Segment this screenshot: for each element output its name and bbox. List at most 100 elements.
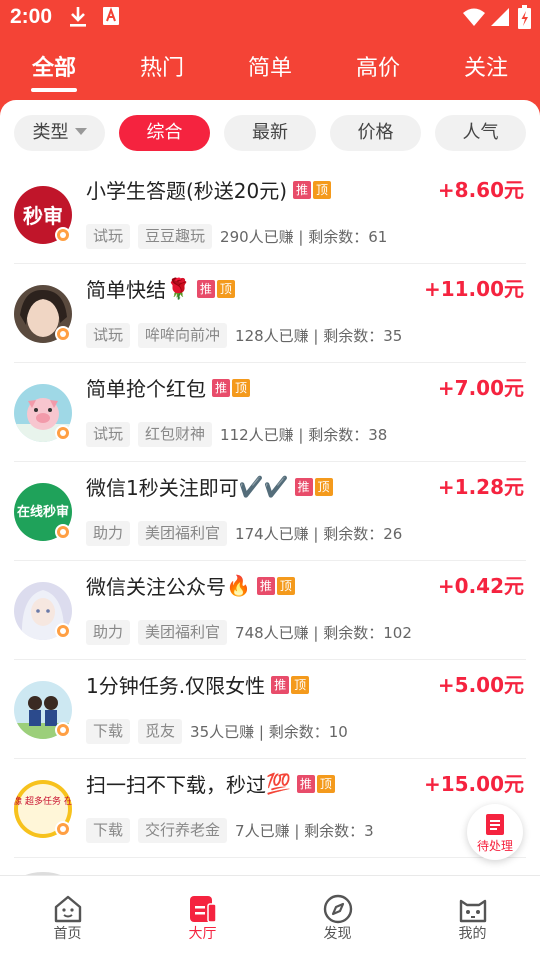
recommend-badge: 推 <box>294 477 313 496</box>
task-stats: 7人已赚 | 剩余数：3 <box>235 822 374 840</box>
filter-price[interactable]: 价格 <box>330 115 421 151</box>
hall-icon <box>190 896 217 923</box>
wifi-icon <box>463 8 485 26</box>
task-title-line: 1分钟任务.仅限女性推顶 <box>86 670 310 700</box>
top-badge: 顶 <box>314 477 333 496</box>
task-price: +11.00元 <box>423 277 524 301</box>
verified-badge-icon <box>55 425 71 441</box>
task-meta: 试玩 豆豆趣玩 290人已赚 | 剩余数：61 <box>86 224 387 250</box>
verified-badge-icon <box>55 524 71 540</box>
task-type-tag: 助力 <box>86 620 131 645</box>
task-title: 简单快结 <box>86 278 166 302</box>
recommend-badge: 推 <box>296 774 315 793</box>
tab-simple[interactable]: 简单 <box>216 50 324 82</box>
task-type-tag: 助力 <box>86 521 131 546</box>
tab-high-price[interactable]: 高价 <box>324 50 432 82</box>
nav-home-label: 首页 <box>53 926 82 942</box>
top-badge: 顶 <box>313 180 332 199</box>
nav-mine-label: 我的 <box>458 926 487 942</box>
avatar-text: 秒审 <box>23 204 63 228</box>
task-stats: 290人已赚 | 剩余数：61 <box>220 228 388 246</box>
battery-icon <box>518 5 531 29</box>
nav-discover-label: 发现 <box>323 926 352 942</box>
task-meta: 试玩 红包财神 112人已赚 | 剩余数：38 <box>86 422 387 448</box>
task-price: +1.28元 <box>437 475 524 499</box>
nav-mine[interactable]: 我的 <box>405 876 540 960</box>
nav-hall[interactable]: 大厅 <box>135 876 270 960</box>
avatar-text: 点击头像 超多任务 在线秒审 <box>14 795 72 807</box>
task-price: +8.60元 <box>437 178 524 202</box>
task-title-line: 微信关注公众号🔥 推顶 <box>86 571 295 601</box>
title-emoji: ✔️✔️ <box>238 474 289 499</box>
signal-icon <box>491 8 509 26</box>
task-row[interactable]: 在线秒审 微信1秒关注即可✔️✔️ 推顶 +1.28元 助力 美团福利官 174人已赚… <box>0 462 540 561</box>
active-tab-indicator <box>31 88 77 92</box>
pending-tasks-button[interactable]: 待处理 <box>467 804 523 860</box>
nav-home[interactable]: 首页 <box>0 876 135 960</box>
top-badge: 顶 <box>216 279 235 298</box>
task-price: +5.00元 <box>437 673 524 697</box>
recommend-badge: 推 <box>212 378 230 397</box>
task-title-line: 微信1秒关注即可✔️✔️ 推顶 <box>86 472 333 502</box>
task-type-tag: 下载 <box>86 719 131 744</box>
top-badge: 顶 <box>276 576 295 595</box>
compass-icon <box>323 894 353 924</box>
font-app-icon <box>103 7 119 25</box>
task-meta: 下载 觅友 35人已赚 | 剩余数：10 <box>86 719 348 745</box>
filter-popularity[interactable]: 人气 <box>435 115 526 151</box>
nav-hall-label: 大厅 <box>188 926 217 942</box>
task-type-tag: 试玩 <box>86 422 131 447</box>
task-type-tag: 试玩 <box>86 224 131 249</box>
task-title: 小学生答题(秒送20元) <box>86 179 288 203</box>
task-title-line: 扫一扫不下载，秒过💯 推顶 <box>86 769 335 799</box>
recommend-badge: 推 <box>256 576 275 595</box>
category-tabs: 全部 热门 简单 高价 关注 <box>0 36 540 100</box>
task-title-line: 简单快结🌹 推顶 <box>86 274 235 304</box>
clipboard-icon <box>486 814 504 835</box>
publisher-tag: 红包财神 <box>138 422 213 447</box>
status-time: 2:00 <box>10 5 53 28</box>
task-meta: 试玩 哞哞向前冲 128人已赚 | 剩余数：35 <box>86 323 402 349</box>
bottom-nav: 首页 大厅 发现 我的 <box>0 875 540 960</box>
task-type-tag: 下载 <box>86 818 131 843</box>
publisher-tag: 美团福利官 <box>138 521 228 546</box>
verified-badge-icon <box>55 722 71 738</box>
filter-type-dropdown[interactable]: 类型 <box>14 115 105 151</box>
task-title: 1分钟任务.仅限女性 <box>86 674 266 698</box>
download-icon <box>70 7 86 27</box>
status-bar: 2:00 <box>0 0 540 36</box>
tab-all[interactable]: 全部 <box>0 50 108 82</box>
filter-type-label: 类型 <box>32 122 69 143</box>
task-row[interactable]: 简单快结🌹 推顶 +11.00元 试玩 哞哞向前冲 128人已赚 | 剩余数：35 <box>0 264 540 363</box>
nav-discover[interactable]: 发现 <box>270 876 405 960</box>
filter-comprehensive[interactable]: 综合 <box>119 115 210 151</box>
task-row[interactable]: 秒审 小学生答题(秒送20元) 推顶 +8.60元 试玩 豆豆趣玩 290人已赚 | … <box>0 165 540 264</box>
task-type-tag: 试玩 <box>86 323 131 348</box>
task-row-partial[interactable] <box>0 858 540 875</box>
title-emoji: 🌹 <box>166 276 191 301</box>
avatar-text: 在线秒审 <box>17 504 69 520</box>
task-row[interactable]: 微信关注公众号🔥 推顶 +0.42元 助力 美团福利官 748人已赚 | 剩余数：10… <box>0 561 540 660</box>
top-badge: 顶 <box>232 378 250 397</box>
top-badge: 顶 <box>316 774 335 793</box>
top-badge: 顶 <box>291 675 310 694</box>
tab-hot[interactable]: 热门 <box>108 50 216 82</box>
task-price: +7.00元 <box>437 376 524 400</box>
task-stats: 128人已赚 | 剩余数：35 <box>235 327 403 345</box>
publisher-tag: 觅友 <box>138 719 183 744</box>
filter-newest[interactable]: 最新 <box>224 115 316 151</box>
task-meta: 助力 美团福利官 748人已赚 | 剩余数：102 <box>86 620 412 646</box>
title-emoji: 💯 <box>266 771 291 796</box>
task-meta: 助力 美团福利官 174人已赚 | 剩余数：26 <box>86 521 402 547</box>
publisher-tag: 哞哞向前冲 <box>138 323 228 348</box>
cat-face-icon <box>459 899 487 923</box>
task-price: +0.42元 <box>437 574 524 598</box>
task-stats: 174人已赚 | 剩余数：26 <box>235 525 403 543</box>
task-row[interactable]: 简单抢个红包推顶 +7.00元 试玩 红包财神 112人已赚 | 剩余数：38 <box>0 363 540 462</box>
tab-follow[interactable]: 关注 <box>432 50 540 82</box>
task-row[interactable]: 点击头像 超多任务 在线秒审 扫一扫不下载，秒过💯 推顶 +15.00元 下载交行… <box>0 759 540 858</box>
task-row[interactable]: 1分钟任务.仅限女性推顶 +5.00元 下载 觅友 35人已赚 | 剩余数：10 <box>0 660 540 759</box>
title-emoji: 🔥 <box>226 573 251 598</box>
verified-badge-icon <box>55 326 71 342</box>
verified-badge-icon <box>55 623 71 639</box>
